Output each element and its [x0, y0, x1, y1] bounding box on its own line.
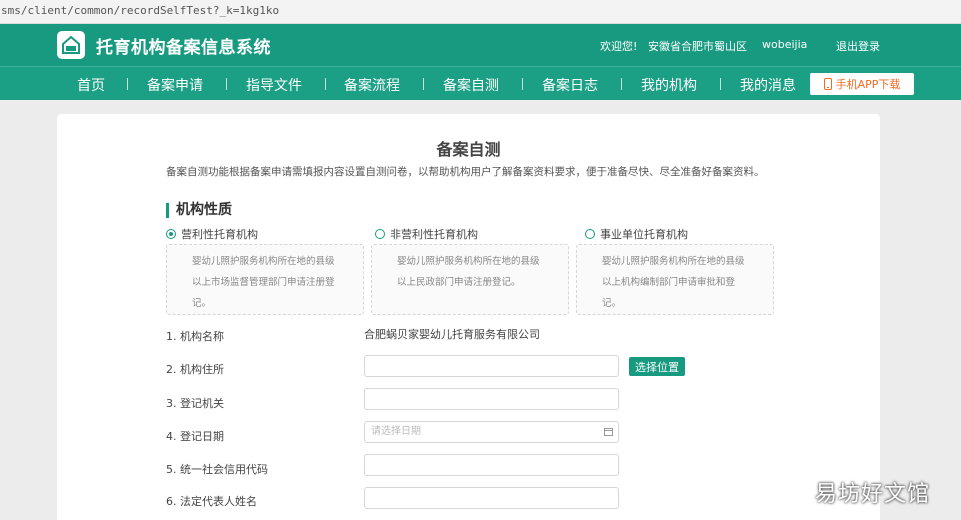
nav-divider — [522, 78, 523, 90]
info-line: 记。 — [602, 298, 622, 309]
page-description: 备案自测功能根据备案申请需填报内容设置自测问卷，以帮助机构用户了解备案资料要求，… — [166, 166, 765, 178]
radio-public-institution[interactable]: 事业单位托育机构 — [585, 226, 688, 242]
radio-unselected-icon — [375, 229, 385, 239]
option-info-box: 婴幼儿照护服务机构所在地的县级 以上机构编制部门申请审批和登 记。 — [576, 244, 774, 315]
info-line: 以上民政部门申请注册登记。 — [397, 277, 521, 288]
top-header: 托育机构备案信息系统 欢迎您! 安徽省合肥市蜀山区 wobeijia 退出登录 — [0, 24, 961, 66]
radio-label: 营利性托育机构 — [181, 228, 258, 241]
radio-label: 非营利性托育机构 — [390, 228, 478, 241]
field-label-address: 2. 机构住所 — [166, 363, 224, 376]
nav-item-log[interactable]: 备案日志 — [542, 75, 598, 95]
credit-code-input[interactable] — [364, 454, 619, 476]
app-download-button[interactable]: 手机APP下载 — [810, 73, 914, 95]
address-bar[interactable]: sms/client/common/recordSelfTest?_k=1kg1… — [0, 0, 961, 24]
option-info-box: 婴幼儿照护服务机构所在地的县级 以上市场监督管理部门申请注册登 记。 — [166, 244, 364, 315]
radio-selected-icon — [166, 229, 176, 239]
info-line: 婴幼儿照护服务机构所在地的县级 — [602, 256, 745, 267]
section-title: 机构性质 — [166, 203, 232, 218]
nav-divider — [720, 78, 721, 90]
field-label-date: 4. 登记日期 — [166, 430, 224, 443]
radio-for-profit[interactable]: 营利性托育机构 — [166, 226, 258, 242]
field-label-legal-rep: 6. 法定代表人姓名 — [166, 495, 257, 508]
nav-divider — [423, 78, 424, 90]
radio-non-profit[interactable]: 非营利性托育机构 — [375, 226, 478, 242]
nav-item-apply[interactable]: 备案申请 — [147, 75, 203, 95]
phone-icon — [823, 78, 832, 90]
option-info-box: 婴幼儿照护服务机构所在地的县级 以上民政部门申请注册登记。 — [371, 244, 569, 315]
radio-label: 事业单位托育机构 — [600, 228, 688, 241]
authority-input[interactable] — [364, 388, 619, 410]
info-line: 婴幼儿照护服务机构所在地的县级 — [192, 256, 335, 267]
main-nav: 首页 备案申请 指导文件 备案流程 备案自测 备案日志 我的机构 我的消息 手机… — [0, 66, 961, 100]
nav-divider — [325, 78, 326, 90]
nav-item-messages[interactable]: 我的消息 — [740, 75, 796, 95]
nav-divider — [621, 78, 622, 90]
calendar-icon — [604, 428, 613, 436]
house-logo-icon — [57, 31, 85, 59]
nav-item-guidance[interactable]: 指导文件 — [246, 75, 302, 95]
username: wobeijia — [762, 38, 808, 51]
watermark: 易坊好文馆 — [815, 482, 931, 507]
info-line: 以上市场监督管理部门申请注册登 — [192, 277, 335, 288]
info-line: 婴幼儿照护服务机构所在地的县级 — [397, 256, 540, 267]
date-placeholder: 请选择日期 — [371, 426, 421, 437]
user-region: 安徽省合肥市蜀山区 — [648, 40, 747, 53]
org-name-value: 合肥蜗贝家婴幼儿托育服务有限公司 — [364, 328, 540, 341]
nav-item-self-test[interactable]: 备案自测 — [443, 75, 499, 95]
field-label-authority: 3. 登记机关 — [166, 397, 224, 410]
site-title: 托育机构备案信息系统 — [96, 38, 271, 58]
nav-item-my-org[interactable]: 我的机构 — [641, 75, 697, 95]
select-location-button[interactable]: 选择位置 — [629, 357, 685, 376]
self-test-card: 备案自测 备案自测功能根据备案申请需填报内容设置自测问卷，以帮助机构用户了解备案… — [57, 114, 880, 520]
logout-link[interactable]: 退出登录 — [836, 38, 880, 54]
address-input[interactable] — [364, 355, 619, 377]
field-label-org-name: 1. 机构名称 — [166, 330, 224, 343]
nav-divider — [127, 78, 128, 90]
welcome-text: 欢迎您! — [600, 40, 638, 53]
nav-item-process[interactable]: 备案流程 — [344, 75, 400, 95]
date-input[interactable]: 请选择日期 — [364, 421, 619, 443]
nav-divider — [226, 78, 227, 90]
legal-rep-input[interactable] — [364, 487, 619, 509]
info-line: 记。 — [192, 298, 212, 309]
app-download-label: 手机APP下载 — [835, 78, 901, 91]
info-line: 以上机构编制部门申请审批和登 — [602, 277, 736, 288]
page-title: 备案自测 — [436, 140, 501, 159]
nav-item-home[interactable]: 首页 — [77, 75, 105, 95]
field-label-credit-code: 5. 统一社会信用代码 — [166, 463, 268, 476]
radio-unselected-icon — [585, 229, 595, 239]
